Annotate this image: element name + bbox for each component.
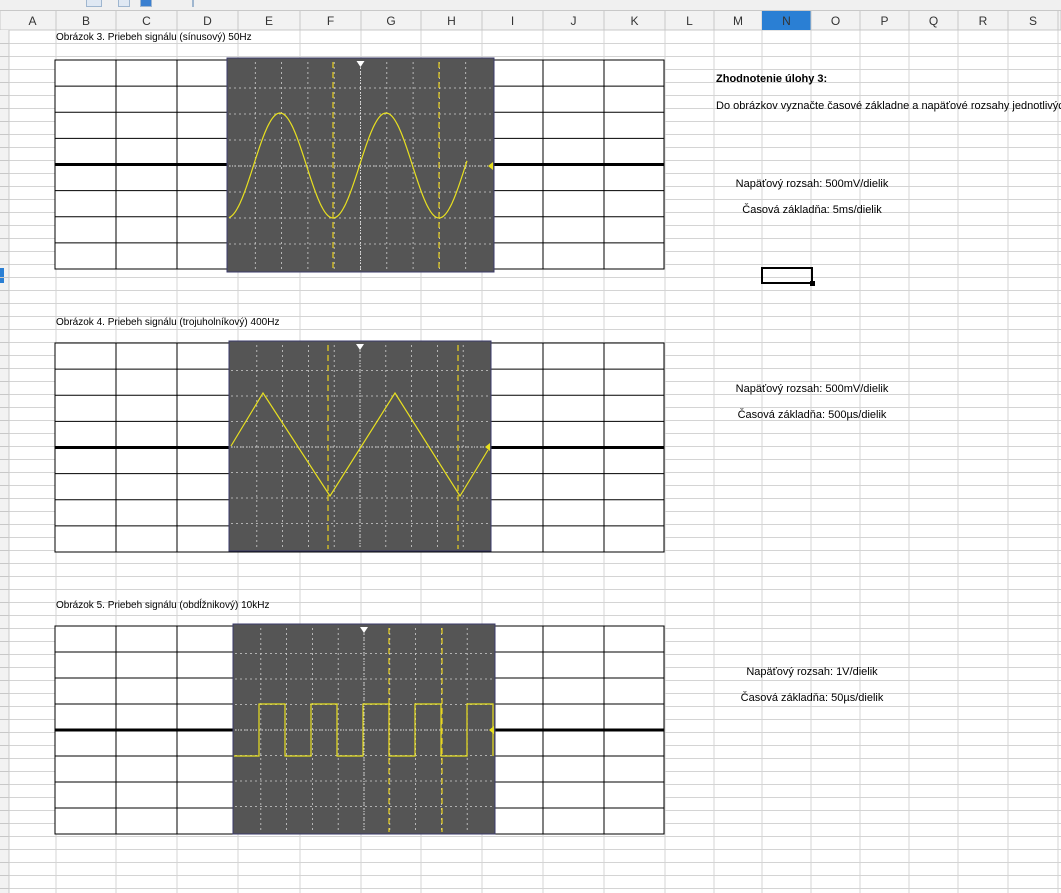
figure-3: Obrázok 3. Priebeh signálu (sínusový) 50…: [54, 32, 889, 273]
column-header-q[interactable]: Q: [929, 14, 938, 28]
toolbar-button[interactable]: [86, 0, 102, 7]
column-header-i[interactable]: I: [511, 14, 514, 28]
column-header-l[interactable]: L: [686, 14, 693, 28]
voltage-range-label: Napäťový rozsah: 500mV/dielik: [736, 383, 889, 395]
column-header-f[interactable]: F: [327, 14, 334, 28]
column-header-r[interactable]: R: [979, 14, 988, 28]
column-header-h[interactable]: H: [447, 14, 456, 28]
column-header-s[interactable]: S: [1029, 14, 1037, 28]
oscilloscope-screenshot: [228, 340, 492, 552]
column-header-m[interactable]: M: [733, 14, 743, 28]
selected-cell[interactable]: [761, 267, 813, 284]
time-base-label: Časová základňa: 5ms/dielik: [742, 203, 882, 216]
formula-toolbar-strip: [0, 0, 1061, 11]
column-header-c[interactable]: C: [142, 14, 151, 28]
figure-caption: Obrázok 4. Priebeh signálu (trojuholníko…: [56, 317, 279, 328]
row-header-bar: [0, 30, 10, 893]
column-header-p[interactable]: P: [880, 14, 888, 28]
column-header-d[interactable]: D: [203, 14, 212, 28]
column-header-n[interactable]: N: [782, 14, 791, 28]
fill-handle[interactable]: [810, 281, 815, 286]
column-header-a[interactable]: A: [28, 14, 36, 28]
oscilloscope-screenshot: [232, 623, 496, 835]
oscilloscope-screenshot: [226, 57, 495, 273]
figure-5: Obrázok 5. Priebeh signálu (obdĺžnikový)…: [54, 598, 884, 835]
column-header-g[interactable]: G: [386, 14, 395, 28]
formula-input-divider: [192, 0, 194, 7]
voltage-range-label: Napäťový rozsah: 500mV/dielik: [736, 178, 889, 190]
sum-icon[interactable]: [140, 0, 152, 7]
column-header-k[interactable]: K: [630, 14, 638, 28]
active-row-marker: [0, 268, 4, 283]
column-header-b[interactable]: B: [82, 14, 90, 28]
column-header-e[interactable]: E: [265, 14, 273, 28]
function-wizard-icon[interactable]: [118, 0, 130, 7]
figure-4: Obrázok 4. Priebeh signálu (trojuholníko…: [54, 317, 889, 553]
column-header-o[interactable]: O: [831, 14, 840, 28]
column-header-bar: A B C D E F G H I J K L M N O P Q R S: [0, 9, 1061, 31]
time-base-label: Časová základňa: 500µs/dielik: [738, 408, 887, 421]
column-header-j[interactable]: J: [571, 14, 577, 28]
time-base-label: Časová základňa: 50µs/dielik: [741, 691, 884, 704]
evaluation-title: Zhodnotenie úlohy 3:: [716, 73, 827, 85]
figure-caption: Obrázok 5. Priebeh signálu (obdĺžnikový)…: [56, 598, 269, 611]
spreadsheet-grid[interactable]: A B C D E F G H I J K L M N O P Q R S Obrázok 3. Priebeh s…: [0, 0, 1061, 893]
voltage-range-label: Napäťový rozsah: 1V/dielik: [746, 666, 878, 678]
evaluation-instruction: Do obrázkov vyznačte časové základne a n…: [716, 100, 1061, 112]
figure-caption: Obrázok 3. Priebeh signálu (sínusový) 50…: [56, 32, 252, 43]
